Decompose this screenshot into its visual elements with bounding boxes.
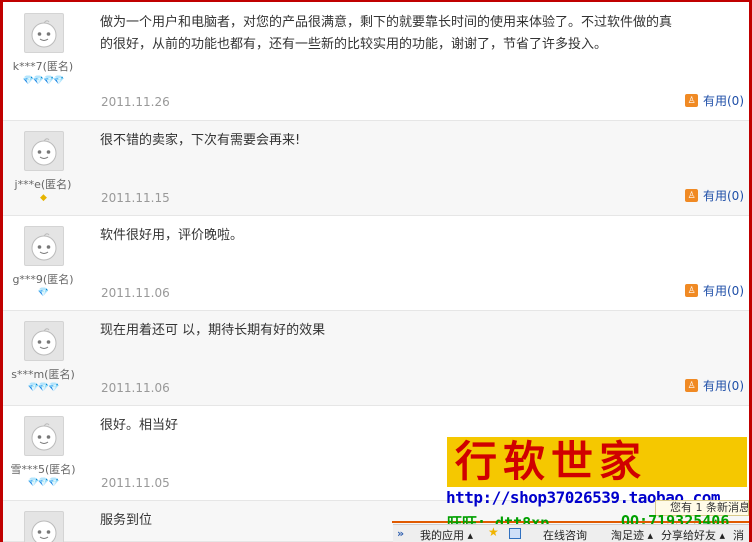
username[interactable]: j***e(匿名) <box>3 176 83 192</box>
avatar[interactable] <box>24 511 64 542</box>
useful-icon: ♙ <box>685 284 698 297</box>
review-item: k***7(匿名) 💎💎💎💎 做为一个用户和电脑者，对您的产品很满意，剩下的就要… <box>3 0 749 121</box>
username[interactable]: k***7(匿名) <box>3 58 83 74</box>
username[interactable]: g***9(匿名) <box>3 271 83 287</box>
review-item: g***9(匿名) 💎 软件很好用，评价晚啦。 2011.11.06 ♙ 有用(0… <box>3 216 749 311</box>
messages-button[interactable]: 消 <box>733 527 744 542</box>
expand-arrow-icon[interactable]: » <box>397 527 404 540</box>
credit-badge-icon: 💎💎💎 <box>27 383 60 393</box>
useful-icon: ♙ <box>685 189 698 202</box>
review-item: j***e(匿名) ◆ 很不错的卖家，下次有需要会再来! 2011.11.15 … <box>3 121 749 216</box>
review-date: 2011.11.05 <box>101 476 170 490</box>
avatar[interactable] <box>24 131 64 171</box>
review-date: 2011.11.06 <box>101 286 170 300</box>
useful-button[interactable]: ♙ 有用(0) <box>685 377 744 394</box>
footprint-menu[interactable]: 淘足迹 ▴ <box>611 527 653 542</box>
share-menu[interactable]: 分享给好友 ▴ <box>661 527 725 542</box>
useful-icon: ♙ <box>685 379 698 392</box>
credit-badge-icon: 💎💎💎💎 <box>22 76 65 86</box>
online-consult-button[interactable]: 在线咨询 <box>543 527 587 542</box>
avatar[interactable] <box>24 226 64 266</box>
window-icon[interactable] <box>509 528 521 539</box>
credit-badge-icon: ◆ <box>40 193 47 203</box>
useful-button[interactable]: ♙ 有用(0) <box>685 282 744 299</box>
watermark-title: 行软世家 <box>455 437 648 486</box>
review-text: 做为一个用户和电脑者，对您的产品很满意，剩下的就要靠长时间的使用来体验了。不过软… <box>100 15 673 52</box>
username[interactable]: s***m(匿名) <box>3 366 83 382</box>
avatar[interactable] <box>24 13 64 53</box>
username[interactable]: 雪***5(匿名) <box>3 461 83 477</box>
useful-label: 有用(0) <box>703 94 744 108</box>
useful-icon: ♙ <box>685 94 698 107</box>
useful-label: 有用(0) <box>703 379 744 393</box>
useful-label: 有用(0) <box>703 189 744 203</box>
review-date: 2011.11.06 <box>101 381 170 395</box>
credit-badge-icon: 💎💎💎 <box>27 478 60 488</box>
review-item: s***m(匿名) 💎💎💎 现在用着还可 以，期待长期有好的效果 2011.11… <box>3 311 749 406</box>
review-text: 现在用着还可 以，期待长期有好的效果 <box>100 323 326 338</box>
bottom-toolbar: » 我的应用 ▴ ★ 在线咨询 淘足迹 ▴ 分享给好友 ▴ 消 <box>393 524 749 542</box>
avatar[interactable] <box>24 321 64 361</box>
avatar[interactable] <box>24 416 64 456</box>
review-date: 2011.11.15 <box>101 191 170 205</box>
useful-button[interactable]: ♙ 有用(0) <box>685 187 744 204</box>
review-text: 很不错的卖家，下次有需要会再来! <box>100 133 301 148</box>
credit-badge-icon: 💎 <box>37 288 49 298</box>
my-apps-menu[interactable]: 我的应用 ▴ <box>420 527 473 542</box>
star-icon[interactable]: ★ <box>488 525 499 539</box>
useful-label: 有用(0) <box>703 284 744 298</box>
useful-button[interactable]: ♙ 有用(0) <box>685 92 744 109</box>
review-text: 软件很好用，评价晚啦。 <box>100 228 244 243</box>
review-date: 2011.11.26 <box>101 95 170 109</box>
